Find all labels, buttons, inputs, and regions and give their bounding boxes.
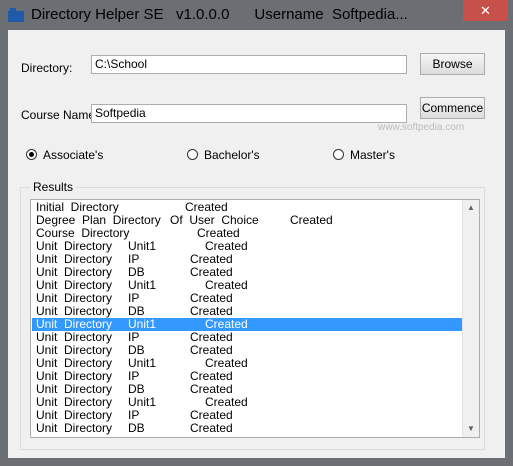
course-name-input[interactable]: Softpedia [91,104,407,123]
radio-masters[interactable]: Master's [333,147,395,162]
close-button[interactable]: ✕ [463,0,508,21]
radio-masters-indicator[interactable] [333,149,344,161]
list-item-cell: DB [128,421,145,435]
results-scrollbar[interactable]: ▲ ▼ [462,200,479,437]
window-frame-left [0,30,8,466]
radio-associates-label: Associate's [43,147,104,162]
radio-associates-indicator[interactable] [26,149,37,161]
window-title: Directory Helper SE v1.0.0.0 Username So… [31,6,408,23]
browse-button[interactable]: Browse [420,53,485,75]
radio-bachelors-label: Bachelor's [204,147,260,162]
list-item-cell: Created [190,421,233,435]
results-rows: Initial Directory Created Degree Plan Dire… [32,201,464,435]
results-group-title: Results [30,180,77,194]
directory-label: Directory: [21,61,73,75]
radio-masters-label: Master's [350,147,395,162]
title-bar: Directory Helper SE v1.0.0.0 Username So… [0,0,513,30]
scroll-down-icon[interactable]: ▼ [463,421,479,437]
app-icon [8,8,24,22]
radio-bachelors[interactable]: Bachelor's [187,147,260,162]
list-item-cell: Created [290,213,333,227]
results-list[interactable]: Initial Directory Created Degree Plan Dire… [30,199,480,438]
watermark-text: www.softpedia.com [378,122,465,133]
radio-bachelors-indicator[interactable] [187,149,198,161]
directory-input[interactable]: C:\School [91,55,407,74]
list-item[interactable]: Unit Directory DB Created [32,422,464,435]
scroll-up-icon[interactable]: ▲ [463,200,479,216]
course-name-label: Course Name: [21,108,99,122]
window-frame-bottom [0,458,513,466]
commence-button[interactable]: Commence [420,97,485,119]
window-frame-right [505,30,513,466]
list-item-cell: Unit Directory [36,421,113,435]
radio-associates[interactable]: Associate's [26,147,104,162]
